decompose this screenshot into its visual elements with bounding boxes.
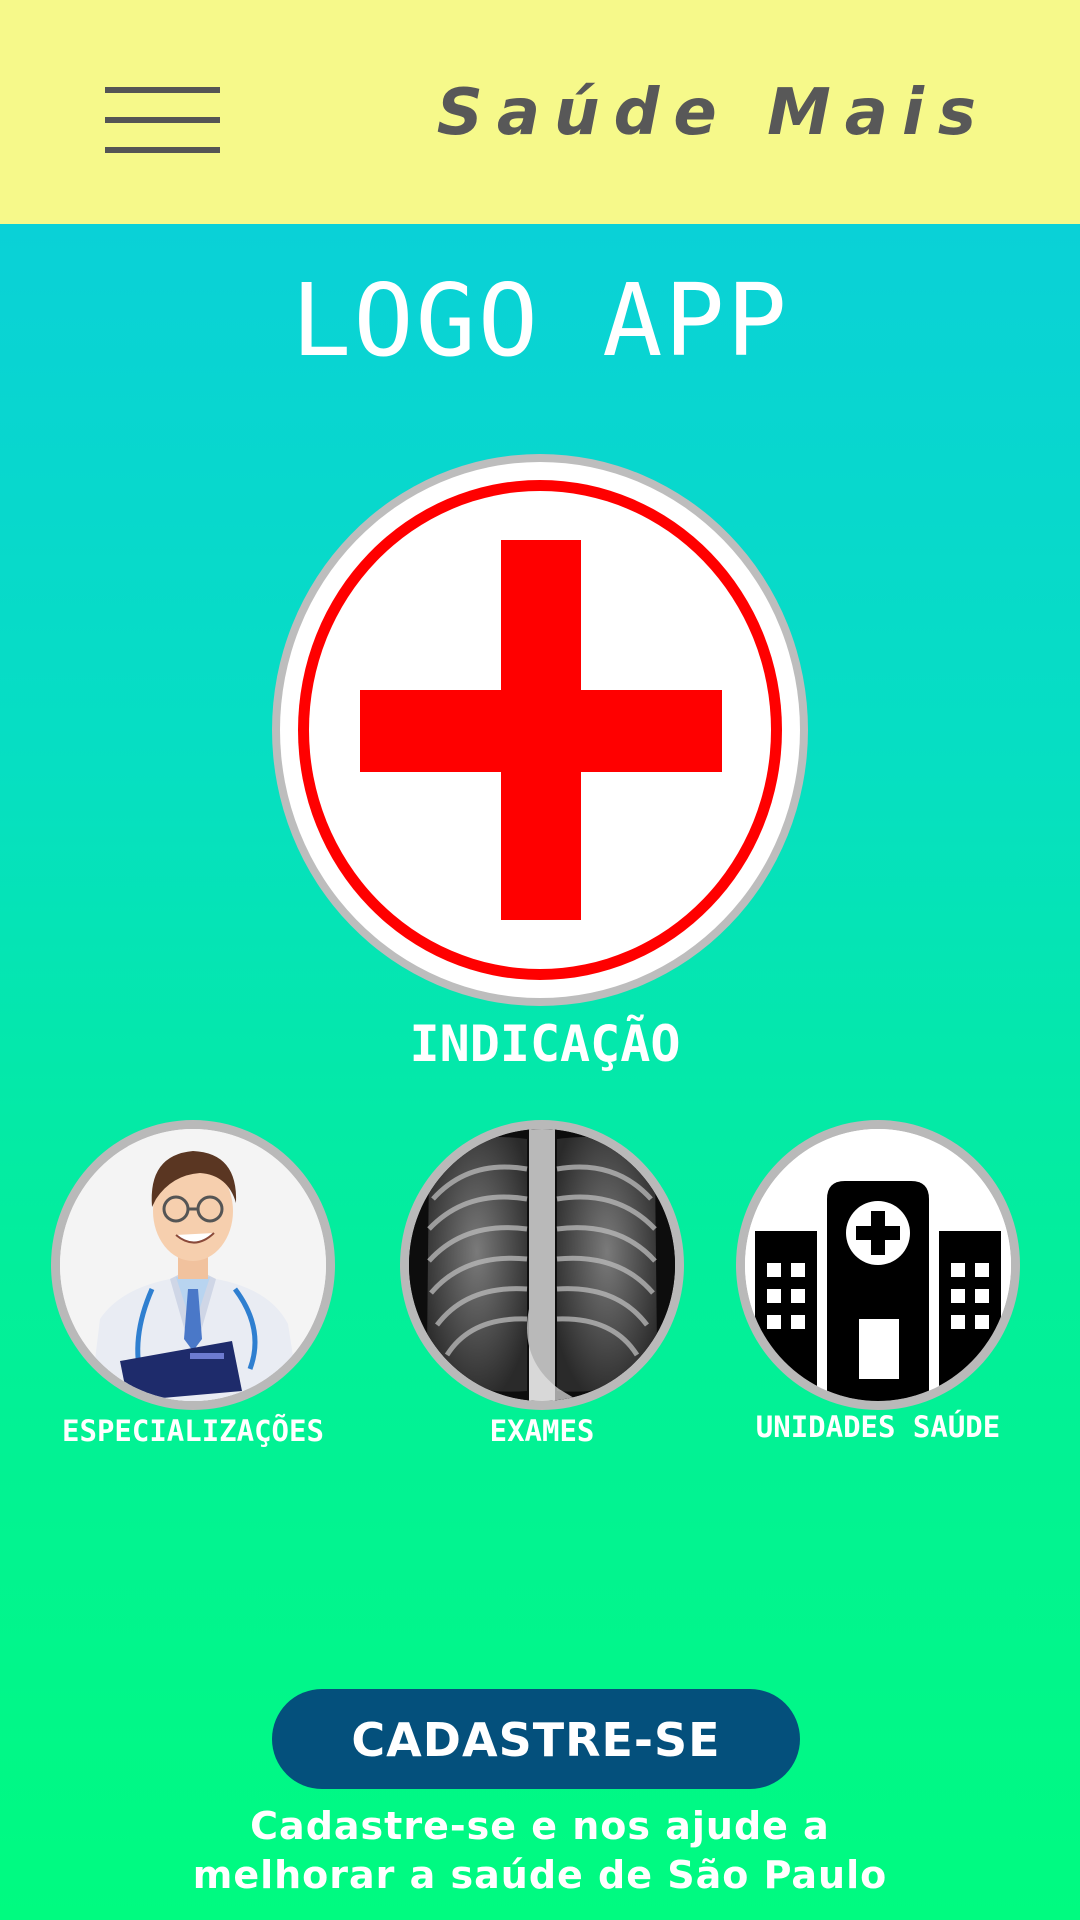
indicacao-button[interactable]: [270, 452, 810, 1008]
chest-xray-icon: [400, 1120, 684, 1410]
category-unidades-saude[interactable]: UNIDADES SAÚDE: [732, 1120, 1024, 1444]
menu-bar: [105, 87, 220, 93]
indicacao-label: INDICAÇÃO: [409, 1015, 681, 1073]
app-header: Saúde Mais: [0, 0, 1080, 224]
hospital-building-icon: [736, 1120, 1020, 1410]
category-label: EXAMES: [489, 1414, 595, 1448]
doctor-icon: [51, 1120, 335, 1410]
cta-description-line: melhorar a saúde de São Paulo: [192, 1853, 888, 1897]
cta-description-line: Cadastre-se e nos ajude a: [250, 1804, 830, 1848]
app-screen: Saúde Mais LOGO APP INDICAÇÃO ESPECIALIZ…: [0, 0, 1080, 1920]
red-cross-icon: [272, 454, 808, 1006]
app-logo: LOGO APP: [291, 262, 789, 379]
menu-bar: [105, 147, 220, 153]
category-exames[interactable]: EXAMES: [396, 1120, 688, 1448]
hamburger-menu-icon[interactable]: [100, 80, 224, 160]
cadastre-se-button[interactable]: CADASTRE-SE: [272, 1689, 800, 1789]
cta-description: Cadastre-se e nos ajude a melhorar a saú…: [0, 1802, 1080, 1900]
category-label: ESPECIALIZAÇÕES: [62, 1414, 324, 1448]
menu-bar: [105, 117, 220, 123]
category-especializacoes[interactable]: ESPECIALIZAÇÕES: [47, 1120, 339, 1448]
app-title: Saúde Mais: [436, 76, 990, 150]
category-label: UNIDADES SAÚDE: [755, 1410, 1001, 1444]
